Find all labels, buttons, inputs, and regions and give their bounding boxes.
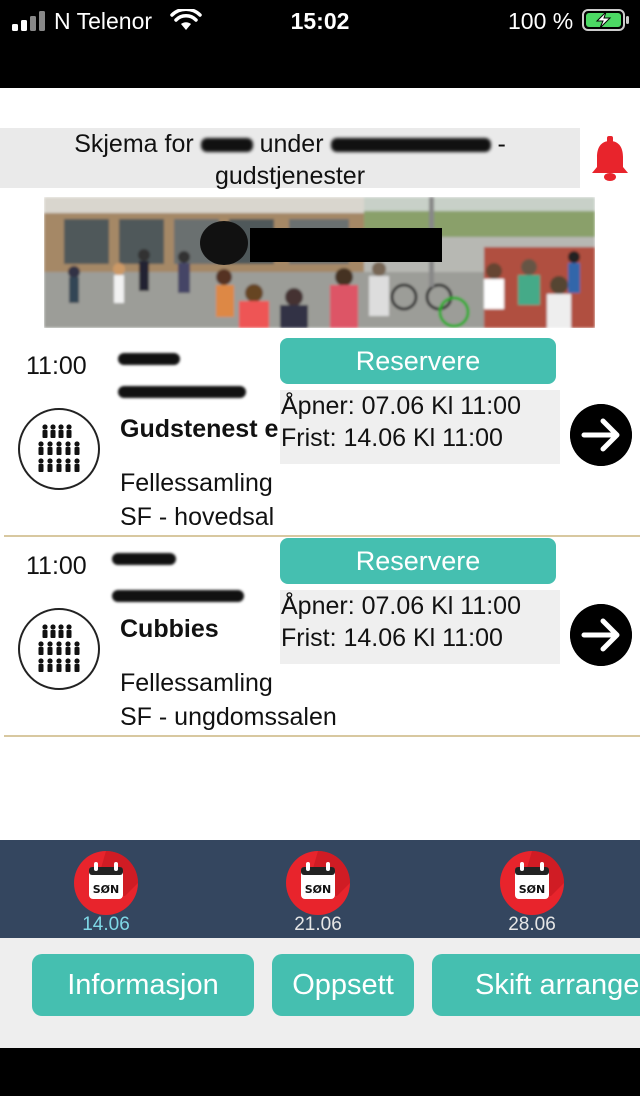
banner-photo: [44, 197, 595, 328]
reserve-button[interactable]: Reservere: [280, 338, 556, 384]
banner-image: [44, 197, 595, 328]
event-row[interactable]: 11:00 Cubbies Fellessamling SF - ungdoms…: [0, 538, 640, 738]
information-button[interactable]: Informasjon: [32, 954, 254, 1016]
day-label: SØN: [93, 883, 119, 896]
calendar-icon: SØN: [500, 851, 564, 915]
event-category: Fellessamling: [120, 669, 273, 697]
day-date: 14.06: [82, 914, 130, 935]
page-title: Skjema for under - gudstjenester: [0, 128, 580, 192]
redacted-org: [330, 138, 491, 153]
event-time: 11:00: [26, 552, 87, 580]
redacted-name: [200, 138, 253, 153]
event-location: SF - ungdomssalen: [120, 703, 337, 731]
title-suffix: -: [497, 130, 506, 158]
switch-event-button[interactable]: Skift arrangement: [432, 954, 640, 1016]
row-divider: [4, 535, 640, 537]
setup-button[interactable]: Oppsett: [272, 954, 414, 1016]
day-tab-2[interactable]: SØN 21.06: [278, 850, 358, 936]
redacted-text: [112, 590, 244, 602]
event-location: SF - hovedsal: [120, 503, 275, 531]
day-date: 28.06: [508, 914, 556, 935]
title-line2: gudstjenester: [214, 162, 366, 190]
row-divider: [4, 735, 640, 737]
status-bar: N Telenor 15:02 100 %: [0, 0, 640, 88]
battery-percent: 100 %: [508, 8, 574, 34]
deadline-text: Frist: 14.06 Kl 11:00: [281, 424, 503, 452]
event-title: Cubbies: [120, 615, 219, 643]
day-tab-3[interactable]: SØN 28.06: [492, 850, 572, 936]
banner-logo: [250, 228, 442, 262]
event-category: Fellessamling: [120, 469, 273, 497]
arrow-right-circle-icon[interactable]: [570, 604, 632, 666]
day-date: 21.06: [294, 914, 342, 935]
bottom-button-bar: Informasjon Oppsett Skift arrangement: [0, 938, 640, 1048]
day-tab-1[interactable]: SØN 14.06: [66, 850, 146, 936]
booking-dates: Åpner: 07.06 Kl 11:00 Frist: 14.06 Kl 11…: [280, 590, 560, 664]
date-bar: SØN 14.06 SØN 21.06 SØN 28.06: [0, 840, 640, 938]
opens-text: Åpner: 07.06 Kl 11:00: [281, 592, 521, 620]
home-indicator-bar: [0, 1048, 640, 1096]
group-people-icon: [18, 608, 100, 690]
deadline-text: Frist: 14.06 Kl 11:00: [281, 624, 503, 652]
reserve-button[interactable]: Reservere: [280, 538, 556, 584]
booking-dates: Åpner: 07.06 Kl 11:00 Frist: 14.06 Kl 11…: [280, 390, 560, 464]
app-screen: N Telenor 15:02 100 % Skjema for under -…: [0, 0, 640, 1096]
redacted-text: [118, 353, 180, 365]
day-label: SØN: [519, 883, 545, 896]
day-label: SØN: [305, 883, 331, 896]
bell-icon[interactable]: [590, 136, 630, 182]
arrow-right-circle-icon[interactable]: [570, 404, 632, 466]
battery-charging-icon: [582, 9, 629, 31]
calendar-icon: SØN: [286, 851, 350, 915]
event-title: Gudstenest e: [120, 415, 279, 443]
event-time: 11:00: [26, 352, 87, 380]
calendar-icon: SØN: [74, 851, 138, 915]
opens-text: Åpner: 07.06 Kl 11:00: [281, 392, 521, 420]
event-row[interactable]: 11:00 Gudstenest e Fellessamling SF - ho…: [0, 338, 640, 538]
title-prefix: Skjema for: [74, 130, 194, 158]
group-people-icon: [18, 408, 100, 490]
redacted-text: [112, 553, 176, 565]
redacted-text: [118, 386, 246, 398]
title-middle: under: [259, 130, 324, 158]
